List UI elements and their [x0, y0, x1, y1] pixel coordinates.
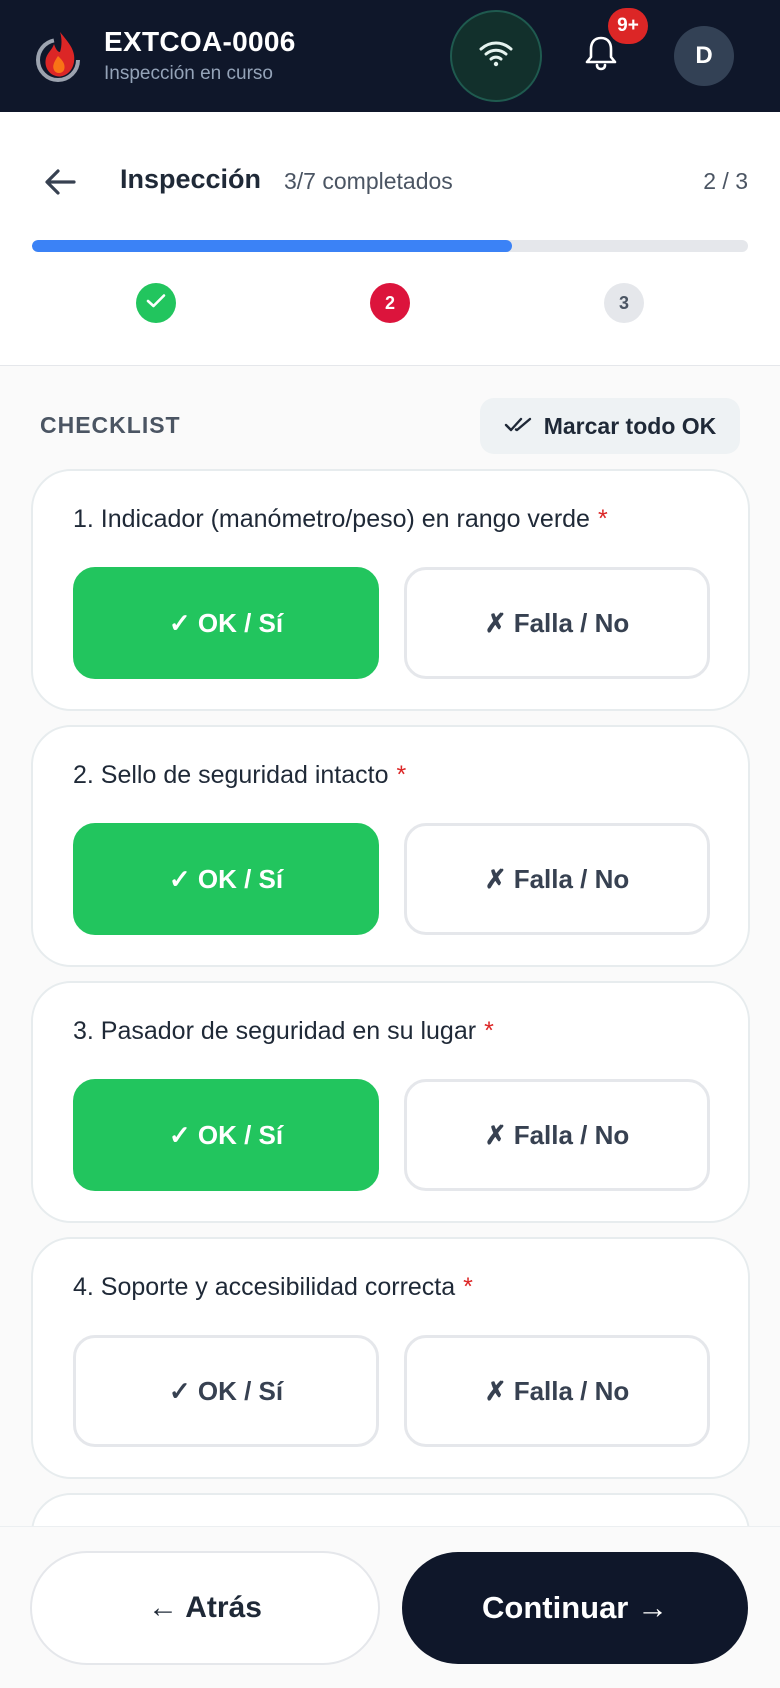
ok-button[interactable]: ✓ OK / Sí [73, 1335, 379, 1447]
checklist-item: 4. Soporte y accesibilidad correcta * ✓ O… [31, 1237, 750, 1479]
progress-fill [32, 240, 512, 252]
required-asterisk: * [484, 1017, 494, 1045]
question-label: 2. Sello de seguridad intacto [73, 761, 389, 789]
progress-bar [32, 240, 748, 252]
continue-button[interactable]: Continuar → [402, 1552, 748, 1664]
back-arrow-icon[interactable] [40, 162, 80, 202]
page-title: Inspección [120, 164, 262, 194]
wifi-icon [479, 40, 513, 73]
question-text: 1. Indicador (manómetro/peso) en rango v… [73, 505, 608, 534]
step-1-done [136, 283, 176, 323]
app-subtitle: Inspección en curso [104, 63, 273, 84]
question-label: 1. Indicador (manómetro/peso) en rango v… [73, 505, 590, 533]
completed-count: 3/7 completados [284, 168, 453, 194]
checklist-item: 1. Indicador (manómetro/peso) en rango v… [31, 469, 750, 711]
question-text: 4. Soporte y accesibilidad correcta * [73, 1273, 473, 1302]
ok-button[interactable]: ✓ OK / Sí [73, 823, 379, 935]
checklist-label: CHECKLIST [40, 412, 181, 438]
bottom-action-bar: ← Atrás Continuar → [0, 1526, 780, 1688]
required-asterisk: * [597, 505, 608, 533]
inspection-header: Inspección 3/7 completados 2 / 3 2 3 [0, 112, 780, 366]
fail-button[interactable]: ✗ Falla / No [404, 1079, 710, 1191]
ok-button[interactable]: ✓ OK / Sí [73, 567, 379, 679]
app-title: EXTCOA-0006 [104, 26, 296, 57]
question-text: 3. Pasador de seguridad en su lugar * [73, 1017, 494, 1046]
step-counter: 2 / 3 [703, 168, 748, 194]
connection-status-button[interactable] [450, 10, 542, 102]
back-button[interactable]: ← Atrás [30, 1551, 380, 1665]
fail-button[interactable]: ✗ Falla / No [404, 823, 710, 935]
step-3-pending: 3 [604, 283, 644, 323]
flame-logo-icon [34, 26, 86, 84]
bell-icon [584, 35, 618, 76]
fail-button[interactable]: ✗ Falla / No [404, 1335, 710, 1447]
ok-button[interactable]: ✓ OK / Sí [73, 1079, 379, 1191]
fail-button[interactable]: ✗ Falla / No [404, 567, 710, 679]
check-icon [146, 293, 166, 314]
notification-badge: 9+ [608, 8, 648, 44]
mark-all-ok-button[interactable]: Marcar todo OK [480, 398, 740, 454]
question-label: 4. Soporte y accesibilidad correcta [73, 1273, 456, 1301]
avatar[interactable]: D [674, 26, 734, 86]
double-check-icon [504, 413, 534, 440]
required-asterisk: * [463, 1273, 473, 1301]
mark-all-ok-label: Marcar todo OK [543, 412, 717, 439]
question-text: 2. Sello de seguridad intacto * [73, 761, 406, 790]
question-label: 3. Pasador de seguridad en su lugar [73, 1017, 477, 1045]
step-2-active: 2 [370, 283, 410, 323]
checklist-item: 3. Pasador de seguridad en su lugar * ✓ O… [31, 981, 750, 1223]
checklist-item: 2. Sello de seguridad intacto * ✓ OK / Sí… [31, 725, 750, 967]
required-asterisk: * [396, 761, 407, 789]
top-bar: EXTCOA-0006 Inspección en curso 9+ D [0, 0, 780, 112]
